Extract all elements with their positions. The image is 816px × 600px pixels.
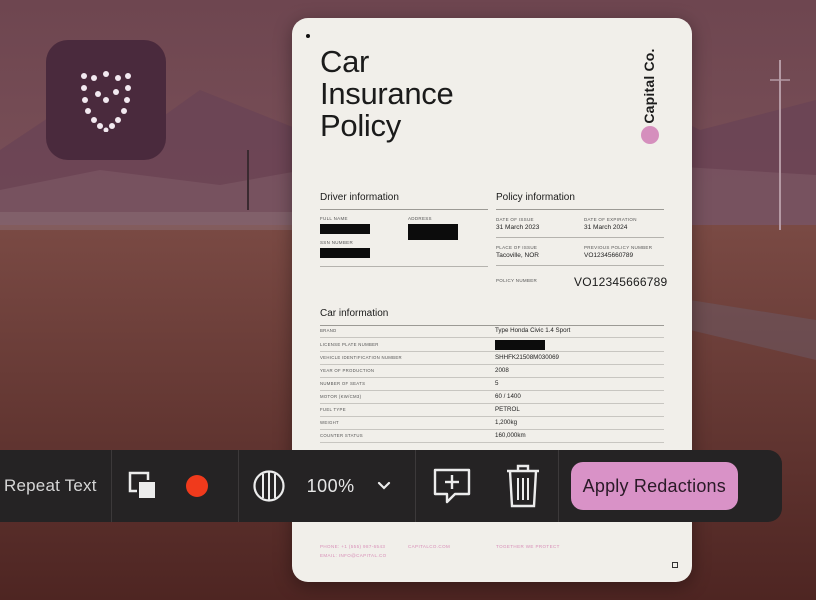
expiration-date-field: DATE OF EXPIRATION 31 March 2024 [584, 217, 637, 231]
footer-phone: PHONE: +1 (555) 987-6543 [320, 544, 386, 549]
redaction-toolbar: Repeat Text 100% Apply Redactions [0, 450, 782, 522]
contrast-icon [253, 470, 285, 502]
issue-date-field: DATE OF ISSUE 31 March 2023 [496, 217, 539, 231]
full-name-redaction[interactable] [320, 224, 370, 234]
car-row-label: MOTOR (KW/CM3) [320, 394, 362, 399]
driver-heading: Driver information [320, 192, 488, 210]
car-row-fuel: FUEL TYPE PETROL [320, 403, 664, 417]
car-row-value: 5 [495, 380, 499, 387]
contrast-button[interactable] [239, 469, 299, 503]
brand-dot [641, 126, 659, 144]
car-row-label: LICENSE PLATE NUMBER [320, 342, 379, 347]
record-button[interactable] [174, 474, 220, 498]
expiration-date-label: DATE OF EXPIRATION [584, 217, 637, 222]
repeat-text-button[interactable]: Repeat Text [0, 476, 111, 496]
address-redaction[interactable] [408, 224, 458, 240]
footer-email: EMAIL: INFO@CAPITAL.CO [320, 553, 387, 558]
ssn-field: SSN NUMBER [320, 240, 370, 258]
place-of-issue-value: Tacoville, NOR [496, 252, 539, 259]
car-row-counter: COUNTER STATUS 160,000km [320, 429, 664, 443]
car-row-value: 2008 [495, 367, 509, 374]
policy-rule-2 [496, 265, 664, 266]
apply-redactions-button[interactable]: Apply Redactions [570, 462, 738, 510]
shield-icon [81, 71, 131, 132]
ssn-label: SSN NUMBER [320, 240, 354, 245]
issue-date-label: DATE OF ISSUE [496, 217, 534, 222]
car-row-weight: WEIGHT 1,200kg [320, 416, 664, 430]
policy-number-label: POLICY NUMBER [496, 278, 538, 283]
car-row-license-plate: LICENSE PLATE NUMBER [320, 338, 664, 352]
car-row-label: FUEL TYPE [320, 407, 346, 412]
previous-policy-label: PREVIOUS POLICY NUMBER [584, 245, 653, 250]
document-title: Car Insurance Policy [320, 44, 454, 143]
corner-dot [306, 34, 310, 38]
full-name-field: FULL NAME [320, 216, 370, 234]
footer-site: CAPITALCO.COM [408, 544, 451, 549]
car-row-seats: NUMBER OF SEATS 5 [320, 377, 664, 391]
footer-tagline: TOGETHER WE PROTECT [496, 544, 560, 549]
add-comment-icon [433, 468, 470, 504]
brand-mark: Capital Co. [630, 42, 670, 152]
ssn-redaction[interactable] [320, 248, 370, 258]
add-comment-button[interactable] [416, 466, 488, 506]
place-of-issue-label: PLACE OF ISSUE [496, 245, 538, 250]
car-row-year: YEAR OF PRODUCTION 2008 [320, 364, 664, 378]
car-row-value: PETROL [495, 406, 520, 413]
full-name-label: FULL NAME [320, 216, 348, 221]
address-field: ADDRESS [408, 216, 458, 240]
car-row-vin: VEHICLE IDENTIFICATION NUMBER SHHFK21508… [320, 351, 664, 365]
brand-name: Capital Co. [641, 48, 657, 124]
toolbar-divider [557, 450, 559, 522]
driver-section: Driver information [320, 192, 488, 210]
previous-policy-field: PREVIOUS POLICY NUMBER VO12345660789 [584, 245, 652, 259]
car-row-label: VEHICLE IDENTIFICATION NUMBER [320, 355, 402, 360]
policy-section: Policy information [496, 192, 664, 210]
car-row-value: 160,000km [495, 432, 526, 439]
policy-heading: Policy information [496, 192, 664, 210]
car-row-label: BRAND [320, 328, 337, 333]
car-row-value: Type Honda Civic 1.4 Sport [495, 327, 571, 334]
app-shield-tile[interactable] [46, 40, 166, 160]
expiration-date-value: 31 March 2024 [584, 224, 628, 231]
car-row-value: 60 / 1400 [495, 393, 521, 400]
car-row-label: COUNTER STATUS [320, 433, 363, 438]
record-dot-icon [185, 475, 208, 497]
car-row-value: SHHFK21508M030069 [495, 354, 559, 361]
zoom-level[interactable]: 100% [299, 476, 365, 497]
copy-icon [128, 471, 157, 500]
zoom-dropdown[interactable] [365, 481, 403, 491]
place-of-issue-field: PLACE OF ISSUE Tacoville, NOR [496, 245, 539, 259]
delete-button[interactable] [488, 463, 558, 509]
license-plate-redaction[interactable] [495, 339, 545, 350]
car-row-label: NUMBER OF SEATS [320, 381, 366, 386]
trash-icon [506, 464, 539, 508]
previous-policy-value: VO12345660789 [584, 252, 634, 259]
car-row-label: YEAR OF PRODUCTION [320, 368, 375, 373]
car-row-label: WEIGHT [320, 420, 339, 425]
chevron-down-icon [377, 481, 390, 490]
address-label: ADDRESS [408, 216, 432, 221]
car-row-motor: MOTOR (KW/CM3) 60 / 1400 [320, 390, 664, 404]
car-row-value: 1,200kg [495, 419, 518, 426]
policy-number-value: VO12345666789 [574, 275, 668, 289]
driver-rule [320, 266, 488, 267]
issue-date-value: 31 March 2023 [496, 224, 540, 231]
copy-button[interactable] [112, 470, 174, 502]
policy-rule-1 [496, 237, 664, 238]
car-row-brand: BRAND Type Honda Civic 1.4 Sport [320, 324, 664, 338]
corner-square [672, 562, 678, 568]
